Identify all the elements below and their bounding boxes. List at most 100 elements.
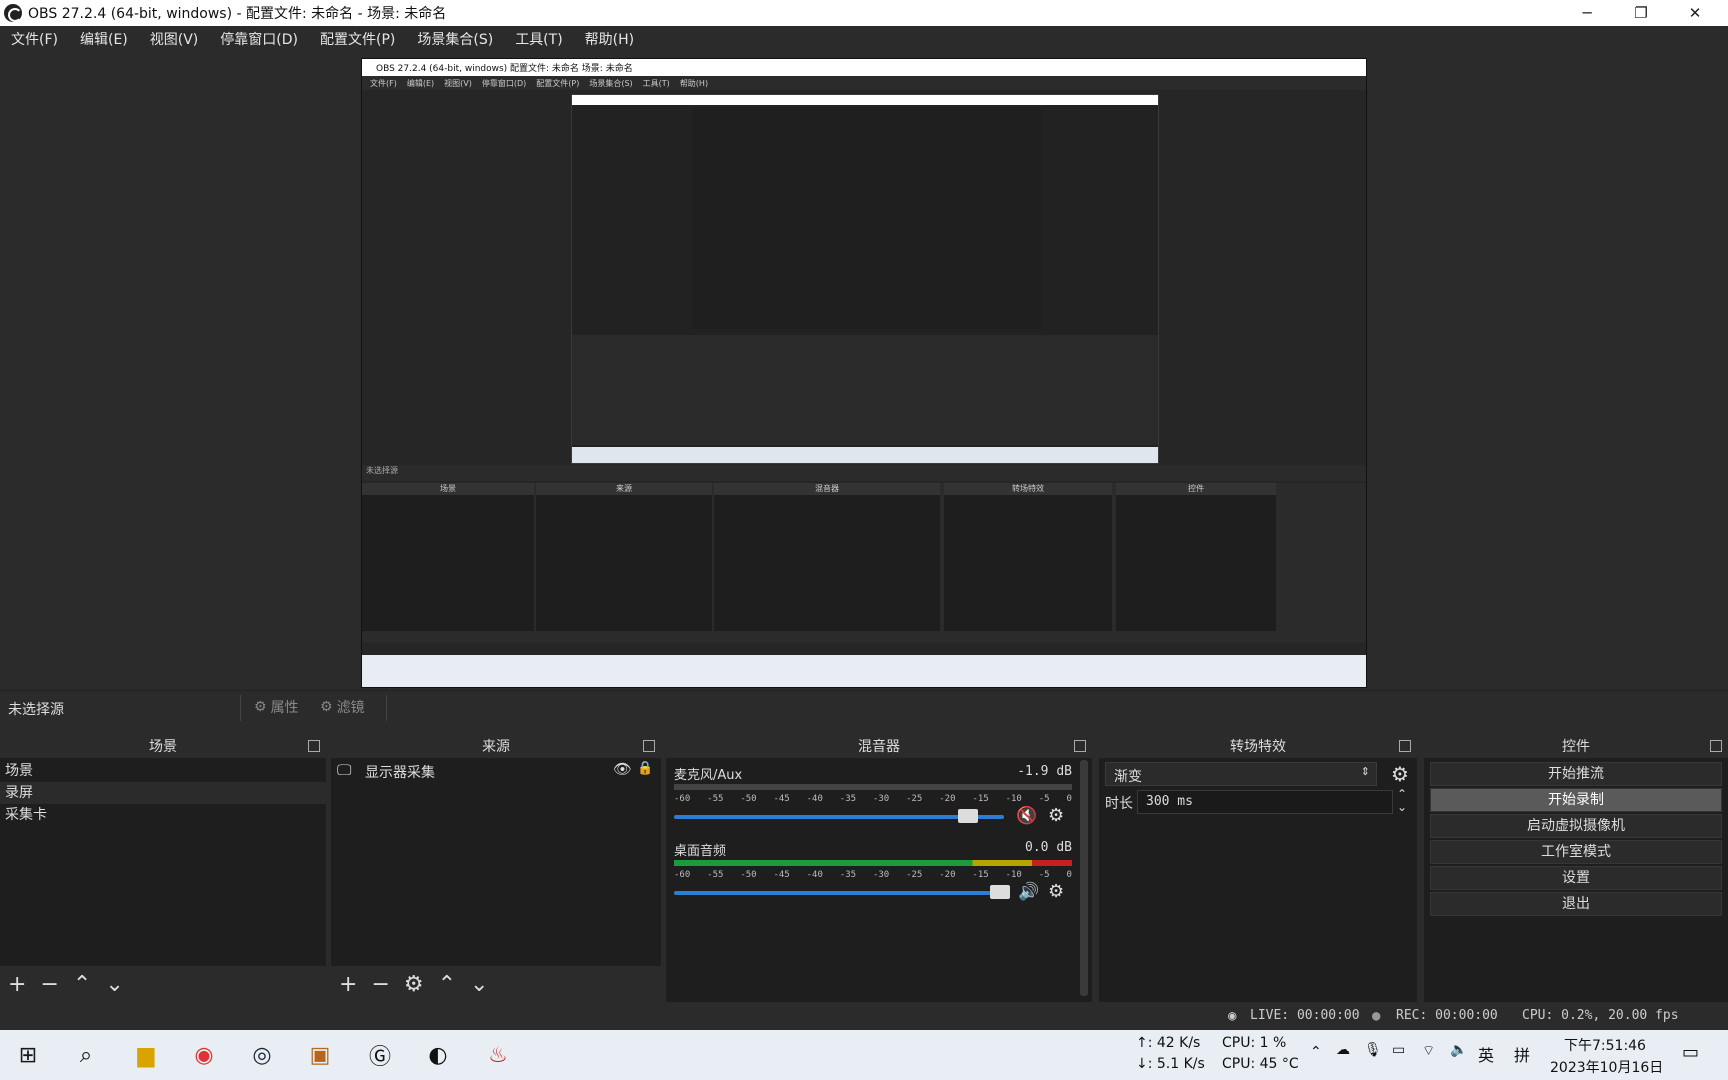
remove-source-button[interactable]: − bbox=[371, 972, 389, 997]
duration-stepper-icon[interactable]: ⌃ ⌄ bbox=[1397, 788, 1407, 814]
exit-button[interactable]: 退出 bbox=[1430, 892, 1722, 916]
battery-icon[interactable]: ▭ bbox=[1392, 1042, 1405, 1058]
tick: -60 bbox=[674, 794, 691, 804]
preview-menu: 文件(F) 编辑(E) 视图(V) 停靠窗口(D) 配置文件(P) 场景集合(S… bbox=[362, 76, 1366, 90]
cloud-icon[interactable]: ☁ bbox=[1336, 1042, 1350, 1058]
volume-slider-track[interactable] bbox=[674, 815, 1004, 819]
ime-lang[interactable]: 英 bbox=[1478, 1042, 1494, 1066]
volume-meter bbox=[674, 784, 1072, 790]
minimize-button[interactable]: ─ bbox=[1560, 0, 1614, 26]
transitions-dock: 转场特效 渐变 ⇕ ⚙ 时长 300 ms ⌃ ⌄ bbox=[1099, 736, 1417, 1002]
eye-icon[interactable]: 👁 bbox=[613, 760, 632, 778]
preview-menu-item: 停靠窗口(D) bbox=[481, 78, 527, 88]
tick: -15 bbox=[972, 870, 989, 880]
transition-settings-gear-icon[interactable]: ⚙ bbox=[1391, 762, 1409, 786]
package-icon[interactable]: ▣ bbox=[304, 1039, 336, 1071]
transitions-title: 转场特效 bbox=[1230, 739, 1286, 755]
volume-slider-track[interactable] bbox=[674, 891, 1004, 895]
close-button[interactable]: ✕ bbox=[1668, 0, 1722, 26]
lock-icon[interactable]: 🔒 bbox=[637, 761, 653, 776]
tick: -30 bbox=[872, 870, 890, 880]
ime-mode[interactable]: 拼 bbox=[1514, 1042, 1530, 1066]
chrome-icon[interactable]: ◉ bbox=[188, 1039, 220, 1071]
menu-help[interactable]: 帮助(H) bbox=[574, 29, 645, 49]
speaker-icon[interactable]: 🔊 bbox=[1018, 882, 1039, 902]
move-up-icon[interactable]: ⌃ bbox=[438, 972, 456, 997]
volume-meter bbox=[674, 860, 1072, 866]
preview-dock-header: 场景 bbox=[362, 483, 534, 495]
meter-ticks: -60 -55 -50 -45 -40 -35 -30 -25 -20 -15 -10 -5 0 bbox=[674, 794, 1072, 808]
preview-dock-header: 转场特效 bbox=[944, 483, 1112, 495]
remove-scene-button[interactable]: − bbox=[40, 972, 58, 997]
maximize-button[interactable]: ❐ bbox=[1614, 0, 1668, 26]
menu-profile[interactable]: 配置文件(P) bbox=[309, 29, 406, 49]
search-icon[interactable]: ⌕ bbox=[70, 1039, 102, 1071]
move-down-icon[interactable]: ⌄ bbox=[470, 972, 488, 997]
start-recording-button[interactable]: 开始录制 bbox=[1430, 788, 1722, 812]
channel-name: 麦克风/Aux bbox=[674, 768, 743, 783]
menu-tools[interactable]: 工具(T) bbox=[504, 29, 573, 49]
settings-gear-icon[interactable]: ⚙ bbox=[1048, 881, 1064, 902]
studio-mode-button[interactable]: 工作室模式 bbox=[1430, 840, 1722, 864]
g-app-icon[interactable]: Ⓖ bbox=[364, 1039, 396, 1071]
move-down-icon[interactable]: ⌄ bbox=[105, 972, 123, 997]
clock-date[interactable]: 2023年10月16日 bbox=[1550, 1057, 1663, 1077]
duration-input[interactable]: 300 ms bbox=[1137, 790, 1393, 814]
move-up-icon[interactable]: ⌃ bbox=[73, 972, 91, 997]
windows-start-icon[interactable]: ⊞ bbox=[12, 1039, 44, 1071]
add-source-button[interactable]: + bbox=[339, 972, 357, 997]
chevron-updown-icon: ⇕ bbox=[1360, 765, 1370, 778]
muted-speaker-icon[interactable]: 🔇 bbox=[1016, 806, 1037, 826]
menu-docks[interactable]: 停靠窗口(D) bbox=[209, 29, 309, 49]
float-icon[interactable] bbox=[1074, 740, 1086, 752]
menu-edit[interactable]: 编辑(E) bbox=[69, 29, 139, 49]
recursive-titlebar bbox=[572, 95, 1158, 105]
notification-icon[interactable]: ▭ bbox=[1682, 1042, 1699, 1063]
properties-button[interactable]: ⚙ 属性 bbox=[254, 697, 299, 717]
menu-view[interactable]: 视图(V) bbox=[139, 29, 210, 49]
live-time: LIVE: 00:00:00 bbox=[1250, 1008, 1360, 1023]
filters-button[interactable]: ⚙ 滤镜 bbox=[320, 697, 365, 717]
source-item[interactable]: 🖵 显示器采集 👁 🔒 bbox=[331, 760, 661, 782]
sources-dock-header: 来源 bbox=[331, 736, 661, 758]
obs-taskbar-icon[interactable]: ◐ bbox=[422, 1039, 454, 1071]
tick: -50 bbox=[740, 870, 757, 880]
add-scene-button[interactable]: + bbox=[8, 972, 26, 997]
scene-item[interactable]: 录屏 bbox=[0, 782, 326, 804]
preview-menu-item: 帮助(H) bbox=[679, 78, 709, 88]
gear-icon: ⚙ bbox=[254, 699, 267, 715]
monitor-icon: 🖵 bbox=[337, 761, 352, 779]
volume-slider-knob[interactable] bbox=[958, 809, 978, 823]
volume-slider-knob[interactable] bbox=[990, 885, 1010, 899]
start-virtual-camera-button[interactable]: 启动虚拟摄像机 bbox=[1430, 814, 1722, 838]
preview-menu-item: 视图(V) bbox=[444, 78, 472, 88]
file-explorer-icon[interactable]: ▆ bbox=[130, 1039, 162, 1071]
settings-button[interactable]: 设置 bbox=[1430, 866, 1722, 890]
app-icon[interactable]: ♨ bbox=[482, 1039, 514, 1071]
transition-select[interactable]: 渐变 ⇕ bbox=[1105, 762, 1377, 786]
float-icon[interactable] bbox=[1710, 740, 1722, 752]
steam-icon[interactable]: ◎ bbox=[246, 1039, 278, 1071]
clock-time[interactable]: 下午7:51:46 bbox=[1564, 1035, 1646, 1055]
float-icon[interactable] bbox=[308, 740, 320, 752]
chevron-up-icon[interactable]: ⌃ bbox=[1310, 1044, 1322, 1060]
volume-icon[interactable]: 🔈 bbox=[1450, 1042, 1467, 1058]
source-settings-icon[interactable]: ⚙ bbox=[404, 972, 424, 997]
scene-item[interactable]: 采集卡 bbox=[0, 804, 326, 826]
controls-title: 控件 bbox=[1562, 739, 1590, 755]
start-streaming-button[interactable]: 开始推流 bbox=[1430, 762, 1722, 786]
menu-scene-collection[interactable]: 场景集合(S) bbox=[406, 29, 504, 49]
microphone-icon[interactable]: 🎙 bbox=[1364, 1042, 1382, 1058]
menu-file[interactable]: 文件(F) bbox=[0, 29, 69, 49]
tick: -50 bbox=[740, 794, 757, 804]
mixer-scrollbar[interactable] bbox=[1080, 760, 1088, 996]
preview-canvas[interactable]: OBS 27.2.4 (64-bit, windows) 配置文件: 未命名 场… bbox=[361, 58, 1367, 688]
preview-dock-scenes: 场景 bbox=[362, 483, 534, 631]
scene-item[interactable]: 场景 bbox=[0, 760, 326, 782]
cpu-temp: CPU: 45 °C bbox=[1222, 1056, 1299, 1072]
settings-gear-icon[interactable]: ⚙ bbox=[1048, 805, 1064, 826]
float-icon[interactable] bbox=[643, 740, 655, 752]
wifi-icon[interactable]: ⌔ bbox=[1422, 1042, 1435, 1060]
tick: -45 bbox=[773, 794, 790, 804]
float-icon[interactable] bbox=[1399, 740, 1411, 752]
